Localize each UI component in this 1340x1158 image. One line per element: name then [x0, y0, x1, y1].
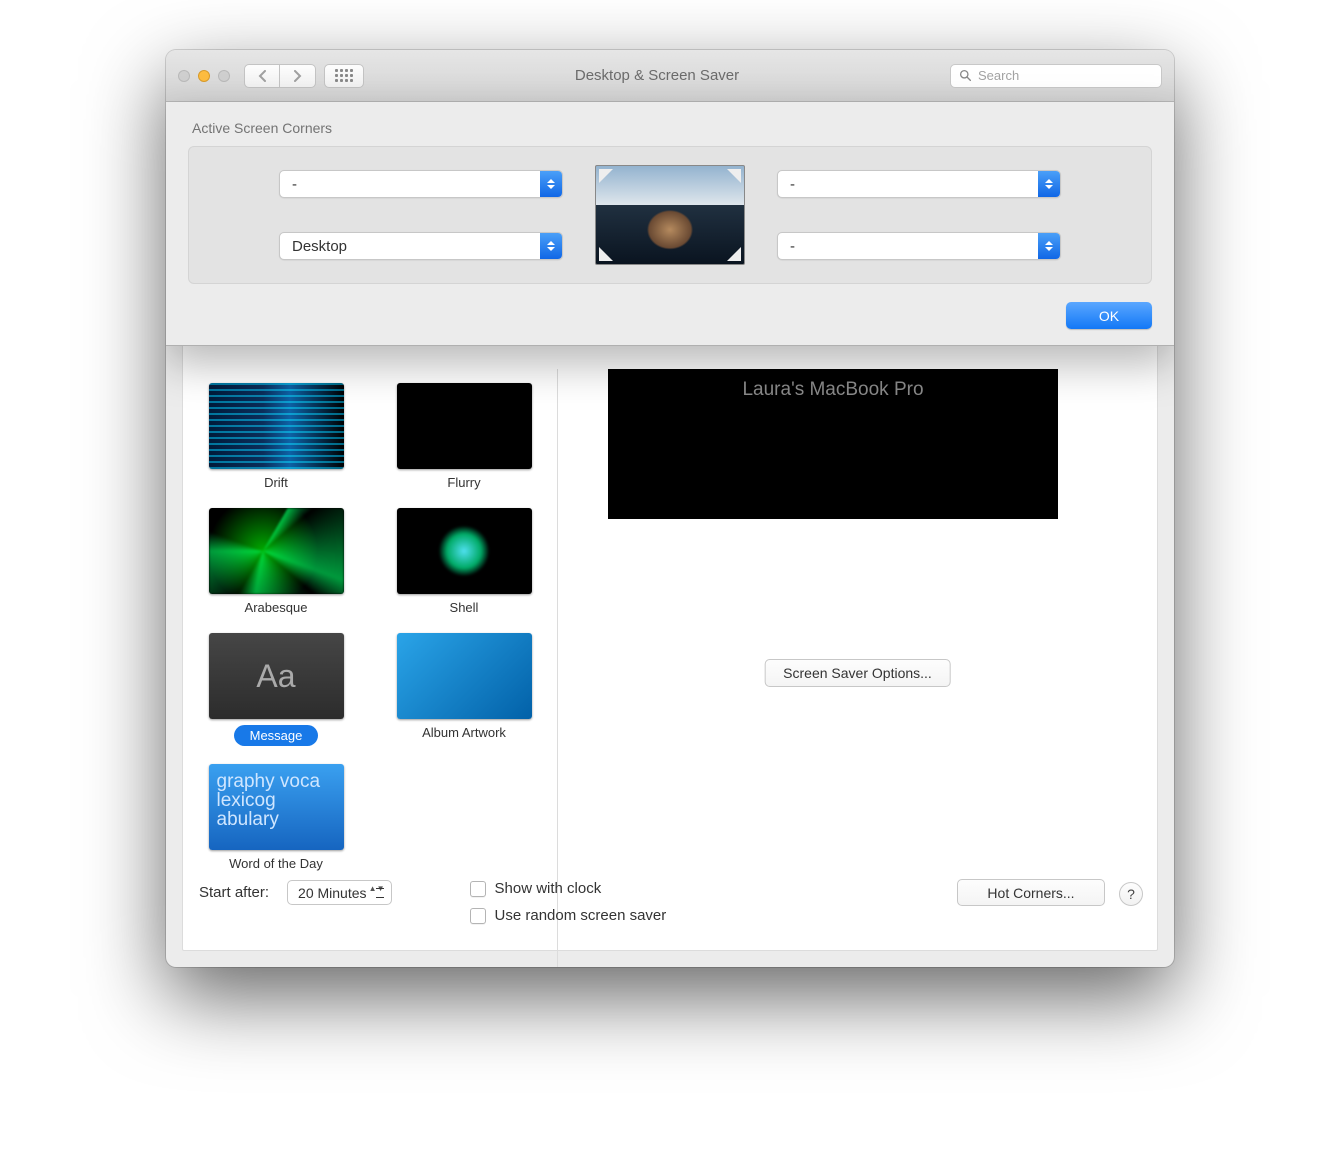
titlebar: Desktop & Screen Saver Search: [166, 50, 1174, 102]
show-all-button[interactable]: [324, 64, 364, 88]
thumb-message: Aa: [209, 633, 344, 719]
forward-button[interactable]: [280, 64, 316, 88]
saver-label-selected: Message: [234, 725, 319, 746]
use-random-checkbox[interactable]: Use random screen saver: [470, 907, 1141, 924]
sheet-heading: Active Screen Corners: [192, 120, 1152, 136]
minimize-window-icon[interactable]: [198, 70, 210, 82]
corner-indicator-icon: [727, 247, 741, 261]
saver-label: Arabesque: [245, 600, 308, 615]
start-after-select[interactable]: 20 Minutes ▲▼: [287, 880, 391, 905]
saver-label: Album Artwork: [422, 725, 506, 740]
search-icon: [959, 69, 972, 82]
saver-arabesque[interactable]: Arabesque: [197, 508, 355, 615]
ok-button[interactable]: OK: [1066, 302, 1152, 329]
saver-label: Shell: [450, 600, 479, 615]
thumb-arabesque: [209, 508, 344, 594]
monitor-preview: [595, 165, 745, 265]
chevron-right-icon: [293, 70, 302, 82]
window-title: Desktop & Screen Saver: [364, 67, 950, 84]
checkbox-icon: [470, 881, 486, 897]
saver-shell[interactable]: Shell: [385, 508, 543, 615]
saver-flurry[interactable]: Flurry: [385, 383, 543, 490]
corner-top-right-select[interactable]: -: [777, 170, 1061, 198]
updown-icon: [540, 233, 562, 259]
chevron-left-icon: [258, 70, 267, 82]
updown-icon: [540, 171, 562, 197]
back-button[interactable]: [244, 64, 280, 88]
corner-bottom-right-select[interactable]: -: [777, 232, 1061, 260]
window-controls: [178, 70, 230, 82]
zoom-window-icon[interactable]: [218, 70, 230, 82]
thumb-drift: [209, 383, 344, 469]
corners-box: - Desktop - -: [188, 146, 1152, 284]
help-icon: ?: [1127, 886, 1135, 902]
hot-corners-button[interactable]: Hot Corners...: [957, 879, 1105, 906]
help-button[interactable]: ?: [1119, 882, 1143, 906]
checkbox-icon: [470, 908, 486, 924]
hot-corners-sheet: Active Screen Corners - Desktop -: [166, 102, 1174, 346]
saver-album-artwork[interactable]: Album Artwork: [385, 633, 543, 746]
saver-drift[interactable]: Drift: [197, 383, 355, 490]
screensaver-preview: Laura's MacBook Pro: [608, 369, 1058, 519]
preview-computer-name: Laura's MacBook Pro: [742, 379, 923, 519]
saver-label: Word of the Day: [229, 856, 323, 871]
saver-message[interactable]: Aa Message: [197, 633, 355, 746]
nav-buttons: [244, 64, 316, 88]
preferences-window: Desktop & Screen Saver Search Drift Flur…: [166, 50, 1174, 967]
thumb-flurry: [397, 383, 532, 469]
search-placeholder: Search: [978, 68, 1019, 83]
close-window-icon[interactable]: [178, 70, 190, 82]
saver-word-of-the-day[interactable]: graphy voca lexicog abulary Word of the …: [197, 764, 355, 871]
saver-label: Flurry: [447, 475, 480, 490]
corner-indicator-icon: [599, 169, 613, 183]
screensaver-options-button[interactable]: Screen Saver Options...: [764, 659, 951, 687]
corner-indicator-icon: [727, 169, 741, 183]
corner-top-left-select[interactable]: -: [279, 170, 563, 198]
updown-icon: [1038, 171, 1060, 197]
corner-bottom-left-select[interactable]: Desktop: [279, 232, 563, 260]
thumb-shell: [397, 508, 532, 594]
corner-indicator-icon: [599, 247, 613, 261]
start-after-label: Start after:: [199, 884, 269, 901]
updown-icon: [1038, 233, 1060, 259]
thumb-word: graphy voca lexicog abulary: [209, 764, 344, 850]
thumb-album: [397, 633, 532, 719]
search-field[interactable]: Search: [950, 64, 1162, 88]
saver-label: Drift: [264, 475, 288, 490]
bottom-controls: Start after: 20 Minutes ▲▼ Show with clo…: [183, 870, 1157, 950]
grid-icon: [335, 69, 353, 82]
stepper-icon: ▲▼: [369, 884, 385, 893]
